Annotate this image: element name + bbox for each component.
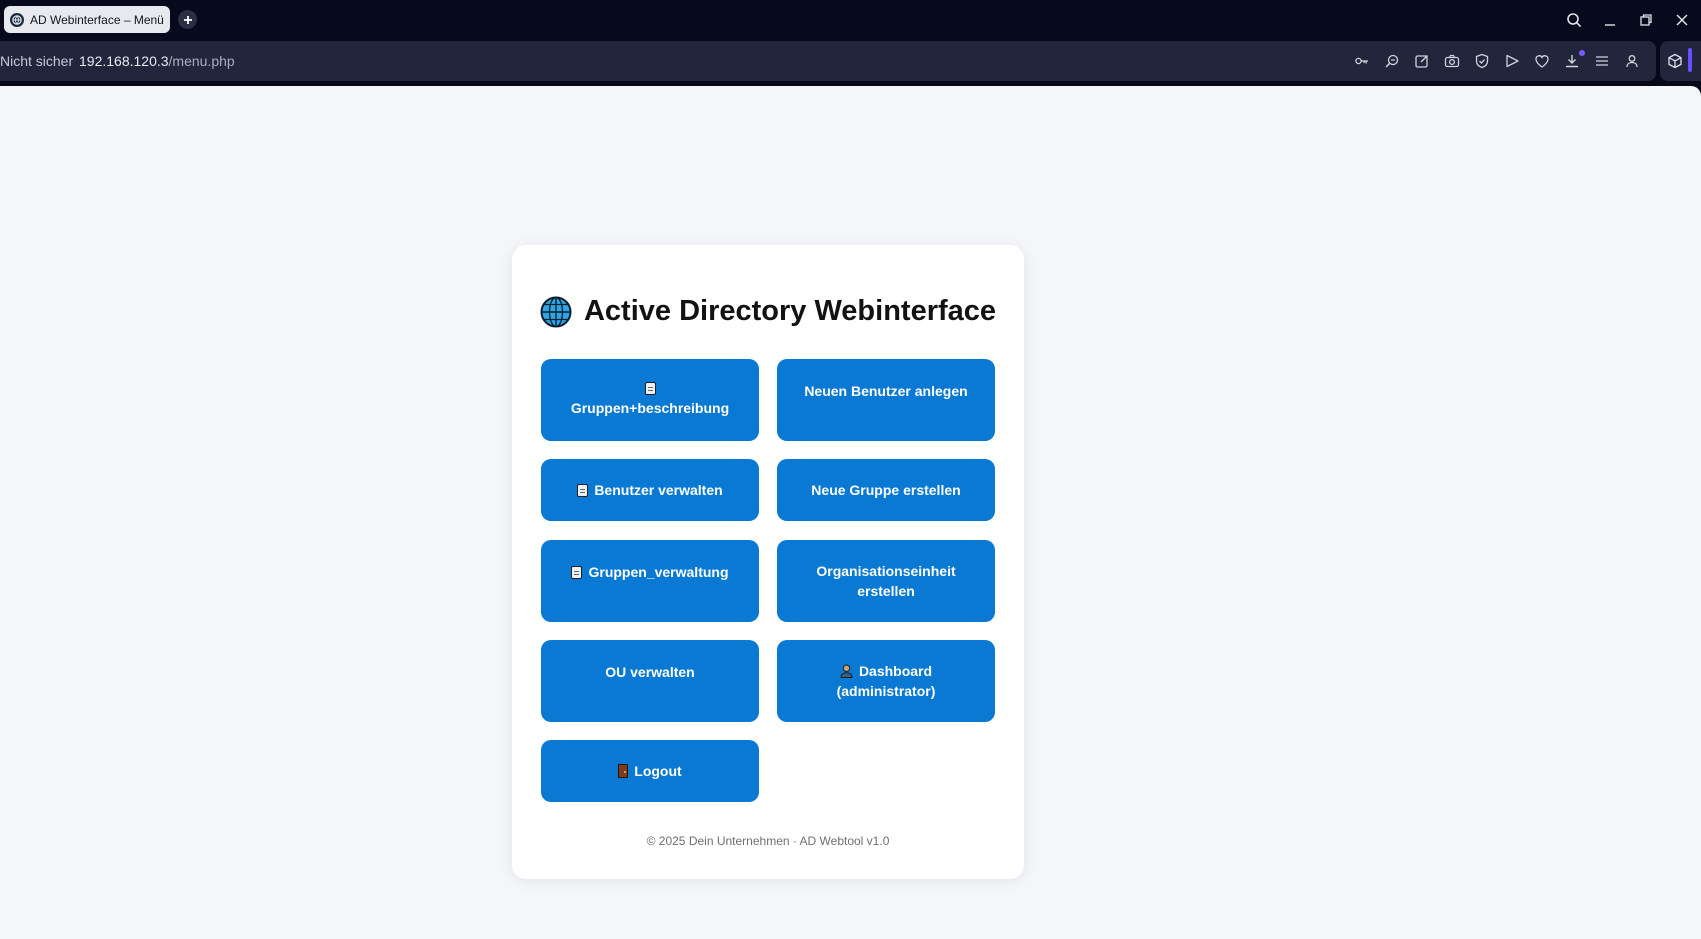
menu-card: Active Directory Webinterface Gruppen+be… <box>512 245 1024 879</box>
cube-icon[interactable] <box>1665 51 1685 71</box>
sidebar-accent <box>1688 48 1692 72</box>
gruppen-beschreibung-label: Gruppen+beschreibung <box>570 400 730 416</box>
browser-tab[interactable]: AD Webinterface – Menü <box>4 6 170 33</box>
profile-icon[interactable] <box>1622 51 1642 71</box>
extensions-panel[interactable] <box>1660 41 1701 81</box>
camera-icon[interactable] <box>1442 51 1462 71</box>
page-title: Active Directory Webinterface <box>512 295 1024 328</box>
url-host: 192.168.120.3 <box>79 53 169 69</box>
page-title-text: Active Directory Webinterface <box>583 295 997 327</box>
logout-label: Logout <box>634 763 682 779</box>
url-path: /menu.php <box>168 53 235 69</box>
security-indicator[interactable]: Nicht sicher <box>0 53 73 69</box>
benutzer-verwalten-button[interactable]: Benutzer verwalten <box>541 459 759 521</box>
neue-gruppe-button[interactable]: Neue Gruppe erstellen <box>777 459 995 521</box>
address-bar[interactable]: Nicht sicher 192.168.120.3/menu.php <box>0 41 1656 81</box>
door-icon <box>618 764 629 778</box>
gruppen-beschreibung-button[interactable]: Gruppen+beschreibung <box>541 359 759 441</box>
neue-gruppe-label: Neue Gruppe erstellen <box>811 482 961 498</box>
document-icon <box>571 565 583 579</box>
edit-icon[interactable] <box>1412 51 1432 71</box>
close-icon[interactable] <box>1670 8 1694 32</box>
minimize-icon[interactable] <box>1598 8 1622 32</box>
neuer-benutzer-button[interactable]: Neuen Benutzer anlegen <box>777 359 995 441</box>
search-icon[interactable] <box>1562 8 1586 32</box>
globe-favicon-icon <box>10 12 24 27</box>
dashboard-role-label: (administrator) <box>836 683 936 699</box>
document-icon <box>644 382 656 395</box>
dashboard-label: Dashboard <box>858 663 933 679</box>
url-field[interactable]: 192.168.120.3/menu.php <box>79 53 235 69</box>
send-icon[interactable] <box>1502 51 1522 71</box>
heart-icon[interactable] <box>1532 51 1552 71</box>
tab-title: AD Webinterface – Menü <box>30 12 164 27</box>
user-icon <box>840 664 853 678</box>
browser-titlebar: AD Webinterface – Menü <box>0 0 1701 40</box>
ou-erstellen-button[interactable]: Organisationseinheit erstellen <box>777 540 995 622</box>
shield-icon[interactable] <box>1472 51 1492 71</box>
ou-verwalten-button[interactable]: OU verwalten <box>541 640 759 722</box>
download-indicator-dot <box>1579 50 1585 56</box>
dashboard-button[interactable]: Dashboard (administrator) <box>777 640 995 722</box>
logout-button[interactable]: Logout <box>541 740 759 802</box>
globe-icon <box>540 296 572 328</box>
page-viewport: Active Directory Webinterface Gruppen+be… <box>0 86 1701 939</box>
menu-icon[interactable] <box>1592 51 1612 71</box>
new-tab-plus-icon[interactable] <box>178 10 197 29</box>
document-icon <box>577 483 589 497</box>
gruppen-verwaltung-label: Gruppen_verwaltung <box>588 564 729 580</box>
restore-icon[interactable] <box>1634 8 1658 32</box>
zoom-icon[interactable] <box>1382 51 1402 71</box>
ou-erstellen-label: Organisationseinheit erstellen <box>816 563 956 599</box>
ou-verwalten-label: OU verwalten <box>605 664 695 680</box>
gruppen-verwaltung-button[interactable]: Gruppen_verwaltung <box>541 540 759 622</box>
key-icon[interactable] <box>1352 51 1372 71</box>
page-footer: © 2025 Dein Unternehmen · AD Webtool v1.… <box>646 834 890 848</box>
neuer-benutzer-label: Neuen Benutzer anlegen <box>804 383 968 399</box>
benutzer-verwalten-label: Benutzer verwalten <box>594 482 723 498</box>
